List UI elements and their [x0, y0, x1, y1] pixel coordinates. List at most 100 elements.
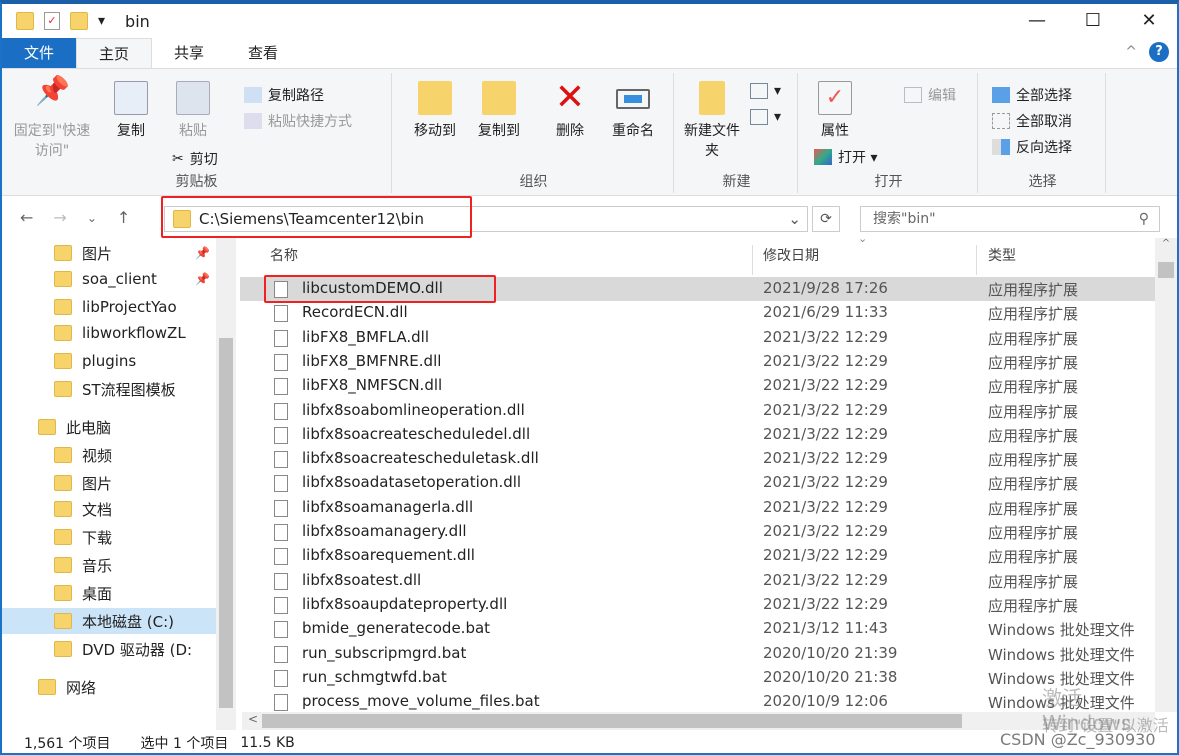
forward-button[interactable]: →	[53, 208, 66, 227]
search-input[interactable]: 搜索"bin" ⚲	[860, 206, 1160, 232]
refresh-button[interactable]: ⟳	[812, 206, 840, 232]
select-none-button[interactable]: 全部取消	[992, 111, 1072, 131]
paste-button[interactable]: 粘贴	[168, 81, 218, 141]
file-icon	[274, 499, 288, 517]
move-to-button[interactable]: 移动到	[402, 81, 468, 141]
tab-home[interactable]: 主页	[76, 38, 153, 68]
back-button[interactable]: ←	[20, 208, 33, 227]
file-row[interactable]: libfx8soamanagery.dll 2021/3/22 12:29 应用程序…	[240, 520, 1155, 544]
new-item-button[interactable]: ▾	[750, 83, 781, 99]
file-row[interactable]: libfx8soatest.dll 2021/3/22 12:29 应用程序扩展	[240, 569, 1155, 593]
up-button[interactable]: ↑	[117, 208, 130, 227]
sidebar-item[interactable]: 图片 📌	[2, 240, 216, 266]
file-icon	[274, 353, 288, 371]
sidebar-item[interactable]: 视频	[2, 442, 216, 468]
recent-locations-button[interactable]: ⌄	[87, 211, 97, 227]
sidebar-item[interactable]: 桌面	[2, 580, 216, 606]
file-row[interactable]: process_move_volume_files.bat 2020/10/9 1…	[240, 690, 1155, 712]
folder-icon	[54, 585, 72, 601]
sidebar-item[interactable]: DVD 驱动器 (D:	[2, 636, 216, 662]
sidebar-item[interactable]: plugins	[2, 348, 216, 374]
copy-path-button[interactable]: 复制路径	[244, 85, 324, 105]
file-row[interactable]: libFX8_BMFNRE.dll 2021/3/22 12:29 应用程序扩展	[240, 350, 1155, 374]
folder-icon	[16, 12, 34, 30]
delete-button[interactable]: ✕ 删除	[544, 80, 596, 141]
sidebar-item[interactable]: 音乐	[2, 552, 216, 578]
easy-access-icon	[750, 109, 768, 125]
sidebar-item[interactable]: soa_client 📌	[2, 266, 216, 292]
new-folder-button[interactable]: 新建文件夹	[682, 81, 742, 161]
properties-button[interactable]: ✓ 属性	[810, 81, 860, 141]
sidebar-item[interactable]: 文档	[2, 496, 216, 522]
paste-shortcut-button[interactable]: 粘贴快捷方式	[244, 111, 352, 131]
sort-indicator-icon: ⌄	[858, 238, 868, 245]
pin-quick-access-button[interactable]: 📌 固定到"快速访问"	[12, 74, 92, 161]
sidebar-item[interactable]: 网络	[2, 674, 216, 700]
vertical-scrollbar[interactable]: ^	[1155, 238, 1177, 712]
sidebar-item[interactable]: 本地磁盘 (C:)	[2, 608, 216, 634]
pin-icon: 📌	[195, 272, 210, 286]
file-row[interactable]: libfx8soabomlineoperation.dll 2021/3/22 1…	[240, 399, 1155, 423]
help-icon[interactable]: ?	[1149, 42, 1169, 62]
folder-icon	[54, 501, 72, 517]
file-row[interactable]: libfx8soarequement.dll 2021/3/22 12:29 应用程…	[240, 544, 1155, 568]
rename-icon	[616, 89, 650, 109]
tab-share[interactable]: 共享	[152, 38, 226, 68]
group-organize: 移动到 复制到 ✕ 删除 重命名 组织	[394, 73, 674, 193]
file-row[interactable]: run_subscripmgrd.bat 2020/10/20 21:39 Wind…	[240, 642, 1155, 666]
sidebar-item[interactable]: 下载	[2, 524, 216, 550]
properties-quick-icon[interactable]: ✓	[44, 12, 60, 30]
selected-count: 选中 1 个项目	[140, 736, 229, 752]
group-new: 新建文件夹 ▾ ▾ 新建	[676, 73, 798, 193]
group-label: 选择	[1028, 174, 1057, 190]
pin-icon: 📌	[35, 74, 70, 107]
file-row[interactable]: RecordECN.dll 2021/6/29 11:33 应用程序扩展	[240, 301, 1155, 325]
file-row[interactable]: libfx8soamanagerla.dll 2021/3/22 12:29 应用程…	[240, 496, 1155, 520]
clipboard-icon	[176, 81, 210, 115]
window-title: bin	[125, 11, 150, 31]
quick-access-dropdown-icon[interactable]: ▾	[98, 13, 105, 29]
open-button[interactable]: 打开 ▾	[814, 147, 877, 167]
copy-button[interactable]: 复制	[106, 81, 156, 141]
new-folder-quick-icon[interactable]	[70, 12, 88, 30]
file-icon	[274, 305, 288, 323]
group-select: 全部选择 全部取消 反向选择 选择	[980, 73, 1106, 193]
collapse-ribbon-icon[interactable]: ^	[1125, 44, 1137, 60]
folder-icon	[54, 325, 72, 341]
sidebar-item[interactable]: 此电脑	[2, 414, 216, 440]
copy-to-button[interactable]: 复制到	[466, 81, 532, 141]
easy-access-button[interactable]: ▾	[750, 109, 781, 125]
file-row[interactable]: libcustomDEMO.dll 2021/9/28 17:26 应用程序扩展	[240, 275, 1155, 303]
file-row[interactable]: libfx8soacreatescheduletask.dll 2021/3/22…	[240, 447, 1155, 471]
tab-view[interactable]: 查看	[226, 38, 300, 68]
group-label: 新建	[722, 174, 751, 190]
horizontal-scrollbar[interactable]: <	[242, 712, 1155, 730]
file-row[interactable]: libfx8soadatasetoperation.dll 2021/3/22 1…	[240, 471, 1155, 495]
file-row[interactable]: libfx8soaupdateproperty.dll 2021/3/22 12:…	[240, 593, 1155, 617]
column-type[interactable]: 类型	[988, 245, 1016, 265]
file-icon	[274, 524, 288, 541]
sidebar-item[interactable]: libProjectYao	[2, 294, 216, 320]
file-row[interactable]: libfx8soacreatescheduledel.dll 2021/3/22 …	[240, 423, 1155, 447]
minimize-button[interactable]: —	[1009, 4, 1065, 38]
tab-file[interactable]: 文件	[2, 38, 76, 68]
edit-button[interactable]: 编辑	[904, 85, 956, 105]
file-row[interactable]: libFX8_BMFLA.dll 2021/3/22 12:29 应用程序扩展	[240, 326, 1155, 350]
address-dropdown-icon[interactable]: ⌄	[788, 210, 801, 228]
maximize-button[interactable]: ☐	[1065, 4, 1121, 38]
column-date[interactable]: 修改日期	[763, 245, 819, 265]
file-row[interactable]: run_schmgtwfd.bat 2020/10/20 21:38 Windows…	[240, 666, 1155, 690]
file-row[interactable]: bmide_generatecode.bat 2021/3/12 11:43 Win…	[240, 617, 1155, 641]
rename-button[interactable]: 重命名	[600, 81, 666, 141]
cut-button[interactable]: ✂ 剪切	[172, 149, 218, 169]
sidebar-scrollbar[interactable]	[216, 238, 236, 730]
file-row[interactable]: libFX8_NMFSCN.dll 2021/3/22 12:29 应用程序扩展	[240, 374, 1155, 398]
select-all-button[interactable]: 全部选择	[992, 85, 1072, 105]
column-name[interactable]: 名称	[270, 245, 298, 265]
sidebar-item[interactable]: ST流程图模板	[2, 376, 216, 402]
file-icon	[274, 329, 288, 347]
close-button[interactable]: ✕	[1121, 4, 1177, 38]
sidebar-item[interactable]: 图片	[2, 470, 216, 496]
sidebar-item[interactable]: libworkflowZL	[2, 320, 216, 346]
invert-selection-button[interactable]: 反向选择	[992, 137, 1072, 157]
